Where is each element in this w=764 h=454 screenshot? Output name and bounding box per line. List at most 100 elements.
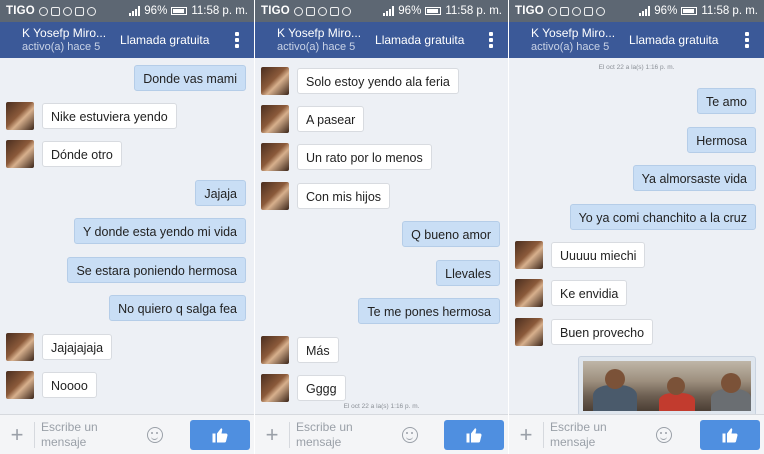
message-bubble-outgoing[interactable]: No quiero q salga fea: [109, 295, 246, 321]
chat-screens: TIGO 96% 11:58 p. m. K Yosefp Miro... ac…: [0, 0, 764, 454]
avatar[interactable]: [515, 318, 543, 346]
download-icon: [583, 6, 593, 16]
message-bubble-outgoing[interactable]: Hermosa: [687, 127, 756, 153]
emoji-icon[interactable]: [147, 426, 163, 443]
message-row: Ke envidia: [509, 279, 764, 307]
message-bubble-outgoing[interactable]: Yo ya comi chanchito a la cruz: [569, 204, 756, 230]
message-row: Y donde esta yendo mi vida: [0, 218, 254, 244]
photo-image: [583, 361, 751, 411]
message-row: Gggg: [255, 374, 508, 402]
message-input[interactable]: Escribe un mensaje: [41, 420, 121, 449]
message-bubble-outgoing[interactable]: Q bueno amor: [402, 221, 500, 247]
contact-name: K Yosefp Miro...: [22, 26, 107, 41]
message-bubble-incoming[interactable]: Un rato por lo menos: [297, 144, 432, 170]
avatar[interactable]: [261, 374, 289, 402]
battery-percent: 96%: [654, 5, 678, 17]
message-input[interactable]: Escribe un mensaje: [550, 420, 630, 449]
avatar[interactable]: [261, 182, 289, 210]
message-list[interactable]: El oct 22 a la(s) 1:16 p. m. Te amo Herm…: [509, 58, 764, 414]
message-row: Con mis hijos: [255, 182, 508, 210]
avatar[interactable]: [6, 333, 34, 361]
message-bubble-outgoing[interactable]: Y donde esta yendo mi vida: [73, 218, 246, 244]
message-bubble-incoming[interactable]: Ke envidia: [551, 280, 628, 306]
message-bubble-incoming[interactable]: Gggg: [297, 375, 346, 401]
plus-icon[interactable]: +: [255, 422, 289, 448]
cloud-icon: [571, 6, 581, 16]
message-bubble-incoming[interactable]: Con mis hijos: [297, 183, 391, 209]
message-input[interactable]: Escribe un mensaje: [296, 420, 376, 449]
cloud-icon: [317, 6, 327, 16]
status-bar: TIGO 96% 11:58 p. m.: [509, 0, 764, 22]
avatar[interactable]: [261, 143, 289, 171]
avatar[interactable]: [6, 102, 34, 130]
message-row: Uuuuu miechi: [509, 241, 764, 269]
chat-header: K Yosefp Miro... activo(a) hace 5 Llamad…: [255, 22, 508, 58]
overflow-menu-icon[interactable]: [488, 32, 494, 48]
message-bubble-outgoing[interactable]: Jajaja: [195, 180, 246, 206]
message-bubble-incoming[interactable]: Dónde otro: [42, 141, 122, 167]
carrier-label: TIGO: [6, 5, 35, 17]
message-bubble-incoming[interactable]: Buen provecho: [551, 319, 654, 345]
overflow-menu-icon[interactable]: [744, 32, 750, 48]
active-status: activo(a) hace 5: [531, 40, 610, 53]
free-call-button[interactable]: Llamada gratuita: [120, 33, 209, 47]
plus-icon[interactable]: +: [0, 422, 34, 448]
cloud-icon: [62, 6, 72, 16]
message-row: Ya almorsaste vida: [509, 165, 764, 191]
message-row: Se estara poniendo hermosa: [0, 257, 254, 283]
message-bubble-incoming[interactable]: Jajajajaja: [42, 334, 113, 360]
composer-bar: + Escribe un mensaje: [255, 414, 508, 454]
chat-screen-2: TIGO 96% 11:58 p. m. K Yosefp Miro... ac…: [255, 0, 509, 454]
message-row: Yo ya comi chanchito a la cruz: [509, 204, 764, 230]
message-row: Jajaja: [0, 180, 254, 206]
message-bubble-incoming[interactable]: Uuuuu miechi: [551, 242, 646, 268]
message-bubble-outgoing[interactable]: Llevales: [436, 260, 500, 286]
avatar[interactable]: [6, 371, 34, 399]
contact-info[interactable]: K Yosefp Miro... activo(a) hace 5: [277, 26, 361, 54]
message-bubble-outgoing[interactable]: Se estara poniendo hermosa: [67, 257, 246, 283]
like-button[interactable]: [700, 420, 760, 450]
message-list[interactable]: Donde vas mami Nike estuviera yendo Dónd…: [0, 58, 254, 414]
like-button[interactable]: [444, 420, 504, 450]
emoji-icon[interactable]: [402, 426, 418, 443]
message-list[interactable]: Solo estoy yendo ala feria A pasear Un r…: [255, 58, 508, 414]
message-row: Llevales: [255, 260, 508, 286]
message-row: Hermosa: [509, 127, 764, 153]
composer-bar: + Escribe un mensaje: [0, 414, 254, 454]
message-bubble-outgoing[interactable]: Donde vas mami: [134, 65, 246, 91]
avatar[interactable]: [515, 241, 543, 269]
chat-header: K Yosefp Miro... activo(a) hace 5 Llamad…: [0, 22, 254, 58]
message-bubble-incoming[interactable]: Solo estoy yendo ala feria: [297, 68, 459, 94]
plus-icon[interactable]: +: [509, 422, 543, 448]
avatar[interactable]: [515, 279, 543, 307]
free-call-button[interactable]: Llamada gratuita: [629, 33, 718, 47]
message-bubble-incoming[interactable]: A pasear: [297, 106, 365, 132]
contact-info[interactable]: K Yosefp Miro... activo(a) hace 5: [531, 26, 615, 54]
emoji-icon[interactable]: [656, 426, 672, 443]
free-call-button[interactable]: Llamada gratuita: [375, 33, 464, 47]
message-timestamp: El oct 22 a la(s) 1:16 p. m.: [598, 64, 675, 71]
notification-icons: [547, 6, 605, 16]
message-bubble-incoming[interactable]: Noooo: [42, 372, 97, 398]
contact-info[interactable]: K Yosefp Miro... activo(a) hace 5: [22, 26, 106, 54]
message-notification-icon: [547, 6, 557, 16]
message-bubble-incoming[interactable]: Nike estuviera yendo: [42, 103, 177, 129]
message-bubble-outgoing[interactable]: Ya almorsaste vida: [632, 165, 756, 191]
active-status: activo(a) hace 5: [277, 40, 356, 53]
message-bubble-outgoing[interactable]: Te me pones hermosa: [358, 298, 500, 324]
carrier-label: TIGO: [261, 5, 290, 17]
avatar[interactable]: [6, 140, 34, 168]
message-bubble-outgoing[interactable]: Te amo: [697, 88, 756, 114]
avatar[interactable]: [261, 336, 289, 364]
like-button[interactable]: [190, 420, 250, 450]
signal-icon: [383, 6, 395, 16]
message-bubble-incoming[interactable]: Más: [297, 337, 339, 363]
divider: [543, 421, 544, 448]
avatar[interactable]: [261, 67, 289, 95]
contact-name: K Yosefp Miro...: [277, 26, 362, 41]
clock: 11:58 p. m.: [701, 5, 758, 17]
photo-message[interactable]: [578, 356, 756, 414]
avatar[interactable]: [261, 105, 289, 133]
voicemail-icon: [595, 6, 605, 16]
overflow-menu-icon[interactable]: [234, 32, 240, 48]
